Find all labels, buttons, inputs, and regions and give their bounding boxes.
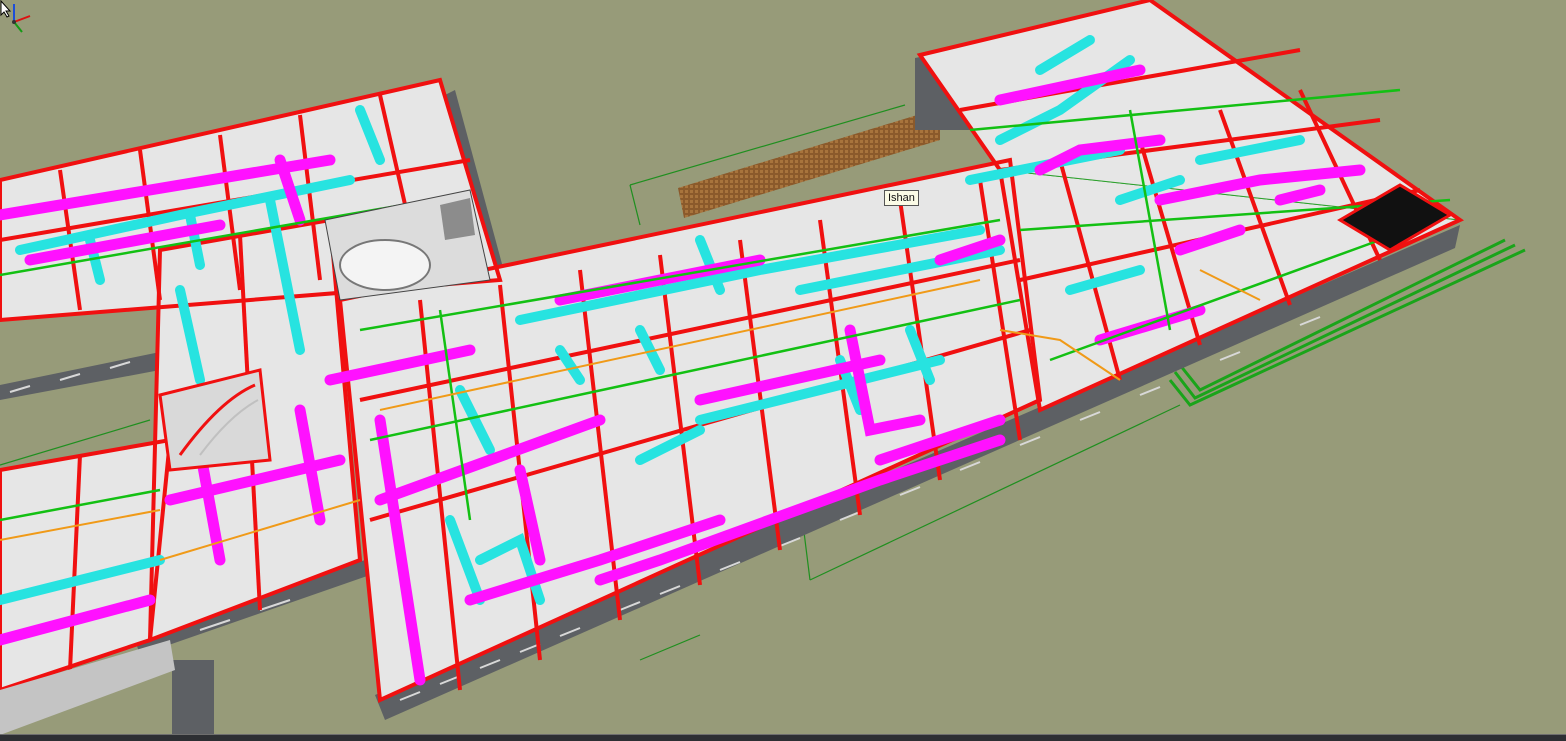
support-column xyxy=(172,660,214,740)
building-model-canvas[interactable] xyxy=(0,0,1566,740)
axis-triad-icon[interactable] xyxy=(0,0,34,34)
3d-model-viewport[interactable]: Ishan xyxy=(0,0,1566,740)
element-tooltip: Ishan xyxy=(884,190,919,206)
